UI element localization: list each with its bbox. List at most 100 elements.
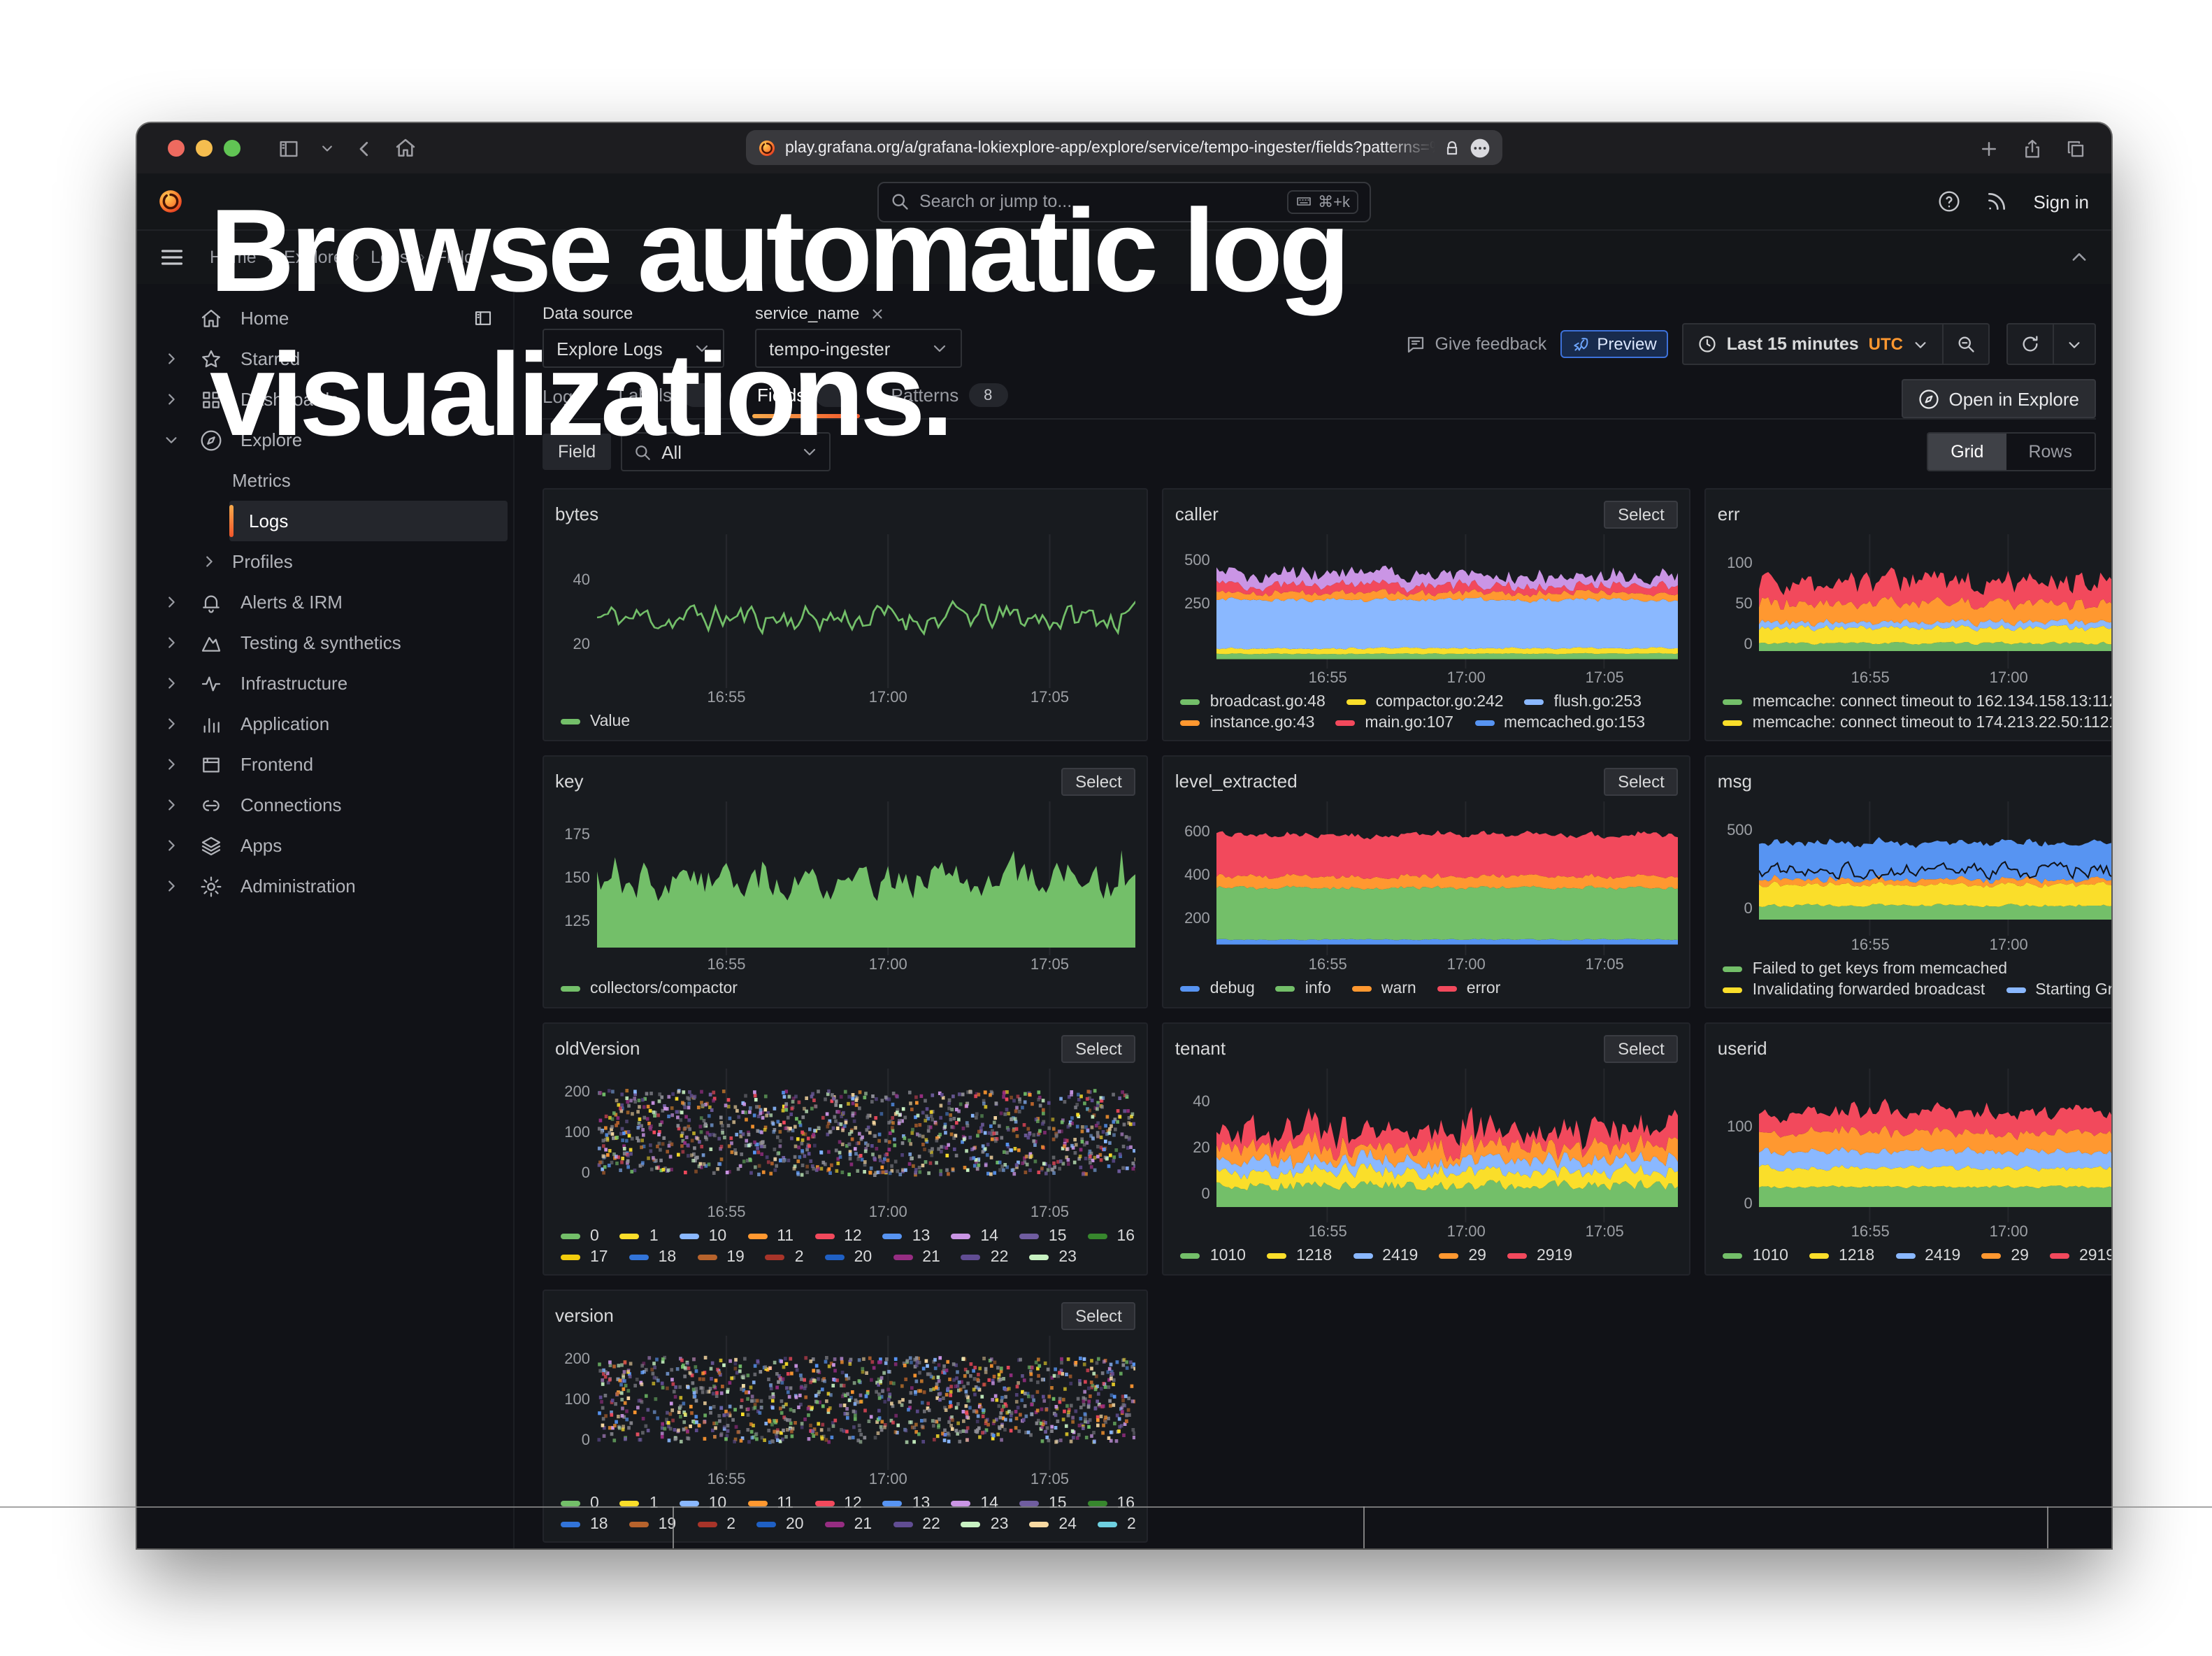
legend-item[interactable]: 16 <box>1088 1228 1135 1245</box>
menu-icon[interactable] <box>159 245 185 270</box>
chevron-right-icon[interactable] <box>157 676 185 691</box>
tab-labels[interactable]: Labels <box>618 383 721 418</box>
refresh-button[interactable] <box>2006 323 2096 365</box>
chevron-right-icon[interactable] <box>157 351 185 366</box>
legend-item[interactable]: broadcast.go:48 <box>1181 694 1326 711</box>
legend-item[interactable]: 20 <box>825 1249 872 1266</box>
legend-item[interactable]: 18 <box>629 1249 677 1266</box>
legend-item[interactable]: 1 <box>620 1495 659 1512</box>
chevron-up-icon[interactable] <box>2069 248 2089 267</box>
select-button[interactable]: Select <box>1061 767 1136 795</box>
select-button[interactable]: Select <box>1061 1301 1136 1329</box>
legend-item[interactable]: 2 <box>766 1249 804 1266</box>
legend-item[interactable]: 18 <box>561 1516 608 1533</box>
tab-logs[interactable]: Logs <box>543 386 582 418</box>
zoom-out-button[interactable] <box>1942 324 1988 364</box>
legend-item[interactable]: 11 <box>747 1495 793 1512</box>
legend-item[interactable]: 17 <box>561 1249 608 1266</box>
select-button[interactable]: Select <box>1604 767 1679 795</box>
legend-item[interactable]: 29 <box>1439 1248 1486 1264</box>
legend-item[interactable]: error <box>1437 980 1501 997</box>
sidebar-item-infrastructure[interactable]: Infrastructure <box>137 663 513 704</box>
share-icon[interactable] <box>2022 138 2043 159</box>
legend-item[interactable]: 14 <box>951 1228 998 1245</box>
legend-item[interactable]: instance.go:43 <box>1181 715 1315 731</box>
select-button[interactable]: Select <box>1061 1034 1136 1062</box>
sidebar-item-alerts-irm[interactable]: Alerts & IRM <box>137 582 513 622</box>
legend-item[interactable]: 14 <box>951 1495 998 1512</box>
legend-item[interactable]: 13 <box>883 1495 931 1512</box>
legend-item[interactable]: 0 <box>561 1228 599 1245</box>
legend-item[interactable]: 1 <box>620 1228 659 1245</box>
legend-item[interactable]: 0 <box>561 1495 599 1512</box>
breadcrumb-item-home[interactable]: Home <box>210 248 257 267</box>
chevron-right-icon[interactable] <box>157 838 185 853</box>
legend-item[interactable]: 21 <box>893 1249 940 1266</box>
field-search-select[interactable]: All <box>621 432 831 471</box>
sidebar-item-apps[interactable]: Apps <box>137 825 513 866</box>
legend-item[interactable]: main.go:107 <box>1335 715 1453 731</box>
legend-item[interactable]: 29 <box>1981 1248 2029 1264</box>
search-input[interactable]: Search or jump to... ⌘+k <box>877 181 1371 222</box>
sidebar-item-explore[interactable]: Explore <box>137 420 513 460</box>
chevron-right-icon[interactable] <box>157 392 185 407</box>
sidebar-item-starred[interactable]: Starred <box>137 338 513 379</box>
legend-item[interactable]: 23 <box>961 1516 1009 1533</box>
legend-item[interactable]: 2419 <box>1895 1248 1960 1264</box>
legend-item[interactable]: 15 <box>1019 1495 1067 1512</box>
sidebar-item-frontend[interactable]: Frontend <box>137 744 513 785</box>
chevron-right-icon[interactable] <box>157 716 185 731</box>
legend-item[interactable]: 21 <box>825 1516 872 1533</box>
legend-item[interactable]: Value <box>561 713 630 730</box>
legend-item[interactable]: collectors/compactor <box>561 980 738 997</box>
chart-version[interactable] <box>597 1336 1136 1470</box>
give-feedback-link[interactable]: Give feedback <box>1405 334 1546 355</box>
breadcrumb-item-fields[interactable]: Fields <box>436 248 483 267</box>
sidebar-item-metrics[interactable]: Metrics <box>137 460 513 501</box>
news-icon[interactable] <box>1986 190 2009 213</box>
legend-item[interactable]: 24 <box>1029 1516 1077 1533</box>
legend-item[interactable]: 1010 <box>1723 1248 1788 1264</box>
sidebar-item-administration[interactable]: Administration <box>137 866 513 906</box>
sign-in-link[interactable]: Sign in <box>2034 191 2090 212</box>
legend-item[interactable]: 12 <box>814 1228 862 1245</box>
legend-item[interactable]: 22 <box>961 1249 1009 1266</box>
time-range-picker[interactable]: Last 15 minutes UTC <box>1682 323 1990 365</box>
data-source-select[interactable]: Explore Logs <box>543 329 724 368</box>
legend-item[interactable]: 20 <box>756 1516 804 1533</box>
chevron-right-icon[interactable] <box>157 878 185 894</box>
legend-item[interactable]: 2 <box>697 1516 735 1533</box>
legend-item[interactable]: 19 <box>697 1249 745 1266</box>
chart-tenant[interactable] <box>1217 1069 1679 1222</box>
legend-item[interactable]: 16 <box>1088 1495 1135 1512</box>
help-icon[interactable] <box>1939 190 1961 213</box>
chart-level_extracted[interactable] <box>1217 801 1679 955</box>
legend-item[interactable]: 1010 <box>1181 1248 1246 1264</box>
sidebar-item-dashboards[interactable]: Dashboards <box>137 379 513 420</box>
legend-item[interactable]: info <box>1276 980 1331 997</box>
view-toggle-grid[interactable]: Grid <box>1928 434 2006 470</box>
legend-item[interactable]: 11 <box>747 1228 793 1245</box>
legend-item[interactable]: memcache: connect timeout to 174.213.22.… <box>1723 715 2111 731</box>
open-in-explore-button[interactable]: Open in Explore <box>1902 379 2096 418</box>
legend-item[interactable]: 19 <box>629 1516 677 1533</box>
dock-menu-icon[interactable] <box>473 308 494 329</box>
legend-item[interactable]: 2919 <box>1507 1248 1572 1264</box>
tab-fields[interactable]: Fields <box>757 383 854 418</box>
legend-item[interactable]: warn <box>1352 980 1416 997</box>
tab-patterns[interactable]: Patterns8 <box>891 383 1007 418</box>
sidebar-item-profiles[interactable]: Profiles <box>137 541 513 582</box>
legend-item[interactable]: 2419 <box>1353 1248 1418 1264</box>
chevron-down-icon[interactable] <box>320 141 334 155</box>
chevron-right-icon[interactable] <box>157 757 185 772</box>
close-window-icon[interactable] <box>168 140 185 157</box>
legend-item[interactable]: compactor.go:242 <box>1346 694 1504 711</box>
address-bar[interactable]: play.grafana.org/a/grafana-lokiexplore-a… <box>746 130 1502 165</box>
breadcrumb-item-logs[interactable]: Logs <box>371 248 408 267</box>
remove-filter-icon[interactable] <box>869 306 884 321</box>
legend-item[interactable]: 15 <box>1019 1228 1067 1245</box>
chevron-right-icon[interactable] <box>157 635 185 650</box>
legend-item[interactable]: memcached.go:153 <box>1474 715 1645 731</box>
chevron-right-icon[interactable] <box>157 594 185 610</box>
legend-item[interactable]: memcache: connect timeout to 162.134.158… <box>1723 694 2111 711</box>
